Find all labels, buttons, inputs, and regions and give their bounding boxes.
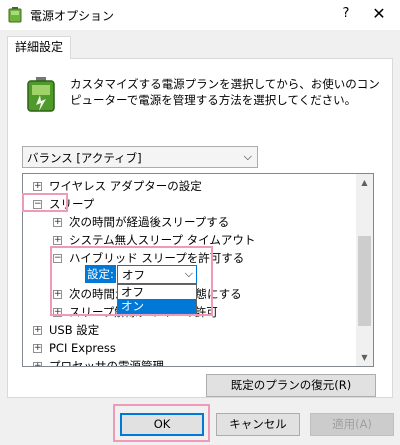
- expand-icon[interactable]: +: [53, 218, 62, 227]
- setting-dropdown-list[interactable]: オフ オン: [117, 284, 197, 314]
- expand-icon[interactable]: +: [53, 290, 62, 299]
- tree-item-label: 次の時間が経過後スリープする: [69, 215, 230, 229]
- close-button[interactable]: ✕: [368, 4, 390, 24]
- description-text: カスタマイズする電源プランを選択してから、お使いのコンピューターで電源を管理する…: [70, 77, 380, 107]
- expand-icon[interactable]: +: [53, 308, 62, 317]
- scroll-down-icon[interactable]: ▼: [356, 349, 373, 366]
- ok-button[interactable]: OK: [120, 413, 204, 436]
- tree-item-label: システム無人スリープ タイムアウト: [69, 233, 256, 247]
- chevron-down-icon: ⌵: [243, 150, 252, 163]
- hybrid-sleep-setting-select[interactable]: オフ ⌵: [117, 265, 197, 284]
- cancel-button[interactable]: キャンセル: [216, 413, 300, 436]
- tree-item-label: USB 設定: [49, 323, 100, 337]
- power-plan-icon: [27, 77, 55, 112]
- help-button[interactable]: ?: [336, 4, 356, 24]
- power-plan-select[interactable]: バランス [アクティブ] ⌵: [22, 146, 258, 168]
- collapse-icon[interactable]: −: [53, 254, 62, 263]
- scroll-thumb[interactable]: [358, 236, 371, 326]
- expand-icon[interactable]: +: [33, 326, 42, 335]
- collapse-icon[interactable]: −: [33, 200, 42, 209]
- tree-item-label: プロセッサの電源管理: [49, 359, 164, 367]
- power-plan-value: バランス [アクティブ]: [27, 151, 142, 165]
- window-title: 電源オプション: [30, 9, 115, 23]
- tab-advanced-settings[interactable]: 詳細設定: [7, 36, 71, 59]
- battery-icon: [8, 7, 22, 23]
- dropdown-option-on[interactable]: オン: [118, 299, 196, 313]
- tree-scrollbar[interactable]: ▲ ▼: [356, 174, 373, 366]
- tree-item-label: スリープ: [49, 197, 95, 211]
- settings-tree[interactable]: + ワイヤレス アダプターの設定 − スリープ + 次の時間が経過後スリープする…: [22, 173, 374, 367]
- chevron-down-icon: ⌵: [184, 267, 193, 280]
- title-bar: 電源オプション ? ✕: [0, 0, 400, 30]
- tree-item-label: ワイヤレス アダプターの設定: [49, 179, 202, 193]
- apply-button[interactable]: 適用(A): [310, 413, 394, 436]
- expand-icon[interactable]: +: [33, 362, 42, 366]
- dropdown-option-off[interactable]: オフ: [118, 285, 196, 299]
- expand-icon[interactable]: +: [33, 344, 42, 353]
- scroll-up-icon[interactable]: ▲: [356, 174, 373, 191]
- expand-icon[interactable]: +: [33, 182, 42, 191]
- restore-defaults-button[interactable]: 既定のプランの復元(R): [206, 374, 376, 397]
- setting-value: オフ: [122, 268, 145, 282]
- setting-label: 設定:: [85, 265, 116, 283]
- tree-item-label: PCI Express: [49, 341, 116, 355]
- expand-icon[interactable]: +: [53, 236, 62, 245]
